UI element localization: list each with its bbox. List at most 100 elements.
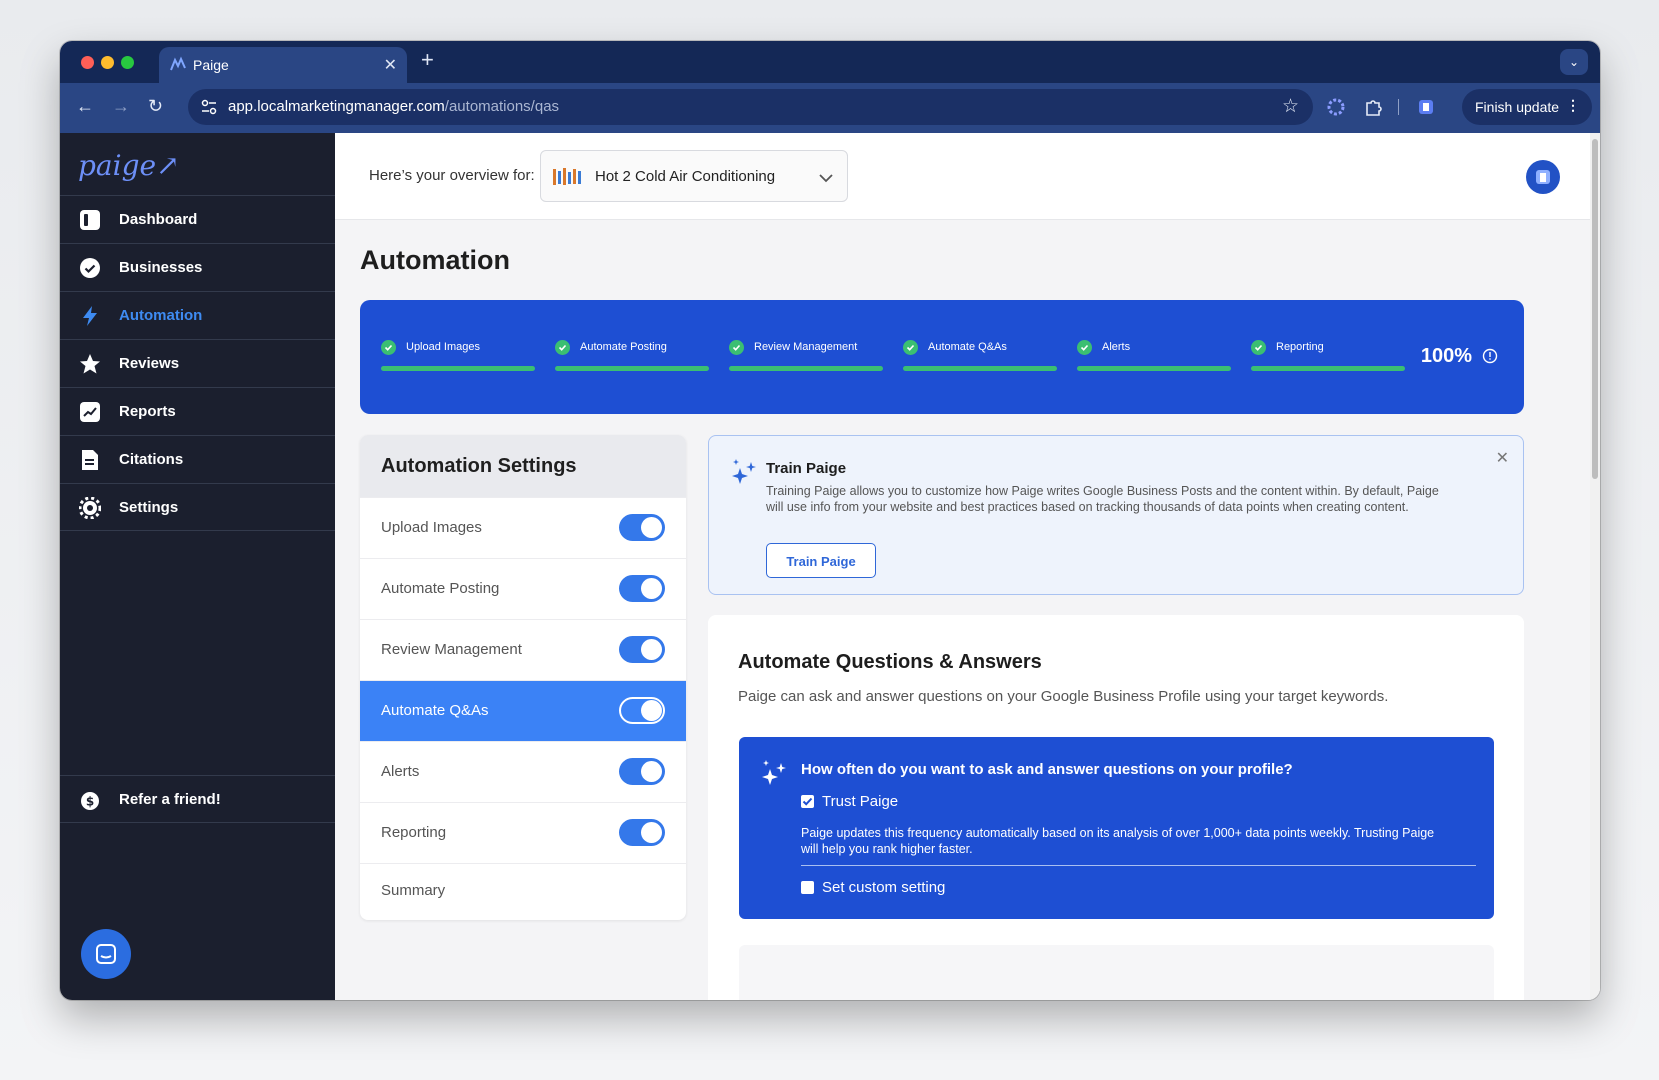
address-bar[interactable]: app.localmarketingmanager.com/automation… [188, 89, 1313, 125]
paige-logo[interactable]: paige↗ [78, 149, 180, 182]
bookmark-star-icon[interactable]: ☆ [1282, 95, 1299, 118]
setting-row-reporting[interactable]: Reporting [360, 802, 686, 863]
profile-extension-icon[interactable] [1416, 97, 1436, 117]
setting-row-upload-images[interactable]: Upload Images [360, 497, 686, 558]
tab-search-button[interactable]: ⌄ [1560, 49, 1588, 75]
sidebar-item-label: Automation [119, 307, 203, 324]
tab-title: Paige [193, 57, 229, 73]
finish-update-button[interactable]: Finish update ⋮ [1462, 89, 1592, 125]
forward-icon[interactable]: → [112, 96, 130, 117]
setting-row-review-management[interactable]: Review Management [360, 619, 686, 680]
page-title: Automation [360, 245, 510, 275]
custom-setting-checkbox[interactable] [801, 881, 814, 894]
close-window-button[interactable] [81, 56, 94, 69]
step-progress-bar [381, 366, 535, 371]
dashboard-icon [79, 209, 101, 231]
minimize-window-button[interactable] [101, 56, 114, 69]
chevron-down-icon [819, 174, 833, 183]
sidebar-item-reviews[interactable]: Reviews [60, 339, 335, 387]
setting-row-automate-qas[interactable]: Automate Q&As [360, 680, 686, 741]
step-label: Automate Posting [580, 341, 667, 353]
upload-images-toggle[interactable] [619, 514, 665, 541]
alerts-toggle[interactable] [619, 758, 665, 785]
extension-flower-icon[interactable] [1326, 97, 1346, 117]
sidebar-item-businesses[interactable]: Businesses [60, 243, 335, 291]
support-chat-button[interactable] [81, 929, 131, 979]
sidebar-item-dashboard[interactable]: Dashboard [60, 195, 335, 243]
new-tab-button[interactable]: + [421, 47, 434, 73]
sidebar-item-label: Businesses [119, 259, 203, 276]
step-progress-bar [729, 366, 883, 371]
finish-update-label: Finish update [1475, 99, 1560, 115]
divider [801, 865, 1476, 866]
site-settings-icon[interactable] [200, 98, 218, 116]
setting-label: Automate Posting [381, 580, 500, 597]
sidebar-item-citations[interactable]: Citations [60, 435, 335, 483]
svg-text:$: $ [86, 795, 94, 809]
user-avatar[interactable] [1526, 160, 1560, 194]
refer-label: Refer a friend! [119, 791, 221, 808]
setting-label: Upload Images [381, 519, 482, 536]
tab-close-icon[interactable]: ✕ [384, 55, 397, 75]
check-circle-icon [1251, 340, 1266, 355]
avatar-icon [1536, 170, 1550, 184]
review-management-toggle[interactable] [619, 636, 665, 663]
setting-row-summary[interactable]: Summary [360, 863, 686, 917]
reporting-toggle[interactable] [619, 819, 665, 846]
refer-a-friend-link[interactable]: $ Refer a friend! [60, 775, 335, 823]
gear-icon [79, 497, 101, 519]
back-icon[interactable]: ← [76, 96, 94, 117]
setting-label: Review Management [381, 641, 522, 658]
tab-bar: Paige ✕ + ⌄ [60, 41, 1600, 83]
paige-favicon-icon [170, 56, 186, 71]
step-label: Upload Images [406, 341, 480, 353]
step-label: Reporting [1276, 341, 1324, 353]
qa-frequency-box: How often do you want to ask and answer … [739, 737, 1494, 919]
trust-paige-label[interactable]: Trust Paige [822, 793, 898, 810]
step-progress-bar [555, 366, 709, 371]
app: paige↗ Dashboard Businesses Automation R… [60, 133, 1600, 1000]
progress-step-automate-qas: Automate Q&As [903, 340, 1057, 371]
chat-icon [96, 944, 116, 964]
close-icon[interactable]: ✕ [1496, 448, 1509, 468]
progress-step-reporting: Reporting [1251, 340, 1405, 371]
next-section-placeholder [739, 945, 1494, 1000]
business-logo [553, 168, 581, 185]
maximize-window-button[interactable] [121, 56, 134, 69]
automate-qas-toggle[interactable] [619, 697, 665, 724]
extensions-puzzle-icon[interactable] [1363, 97, 1383, 117]
sidebar-item-reports[interactable]: Reports [60, 387, 335, 435]
sidebar: paige↗ Dashboard Businesses Automation R… [60, 133, 335, 1000]
progress-step-alerts: Alerts [1077, 340, 1231, 371]
info-icon[interactable] [1482, 348, 1498, 364]
trend-icon [79, 401, 101, 423]
completion-percent: 100% [1420, 345, 1472, 367]
sidebar-item-automation[interactable]: Automation [60, 291, 335, 339]
sidebar-item-label: Settings [119, 499, 179, 516]
setting-row-alerts[interactable]: Alerts [360, 741, 686, 802]
business-selector[interactable]: Hot 2 Cold Air Conditioning [540, 150, 848, 202]
check-circle-icon [729, 340, 744, 355]
url-text: app.localmarketingmanager.com/automation… [228, 98, 560, 115]
train-description: Training Paige allows you to customize h… [766, 484, 1439, 514]
step-progress-bar [1251, 366, 1405, 371]
train-paige-button[interactable]: Train Paige [766, 543, 876, 578]
setting-label: Alerts [381, 763, 420, 780]
trust-paige-checkbox[interactable] [801, 795, 814, 808]
automation-progress-card: Upload Images Automate Posting Review Ma… [360, 300, 1524, 414]
trust-paige-description: Paige updates this frequency automatical… [801, 826, 1435, 856]
custom-setting-label[interactable]: Set custom setting [822, 879, 945, 896]
setting-label: Reporting [381, 824, 447, 841]
sidebar-item-settings[interactable]: Settings [60, 483, 335, 531]
scroll-thumb[interactable] [1592, 139, 1598, 479]
more-vert-icon[interactable]: ⋮ [1566, 97, 1580, 114]
browser-tab[interactable]: Paige ✕ [159, 47, 407, 83]
main-content: Here’s your overview for: Hot 2 Cold Air… [335, 133, 1600, 1000]
star-icon [79, 353, 101, 375]
train-title: Train Paige [766, 460, 847, 477]
toolbar-divider [1398, 99, 1399, 115]
reload-icon[interactable]: ↻ [148, 96, 163, 117]
page-scrollbar[interactable] [1590, 133, 1600, 1000]
setting-row-automate-posting[interactable]: Automate Posting [360, 558, 686, 619]
automate-posting-toggle[interactable] [619, 575, 665, 602]
